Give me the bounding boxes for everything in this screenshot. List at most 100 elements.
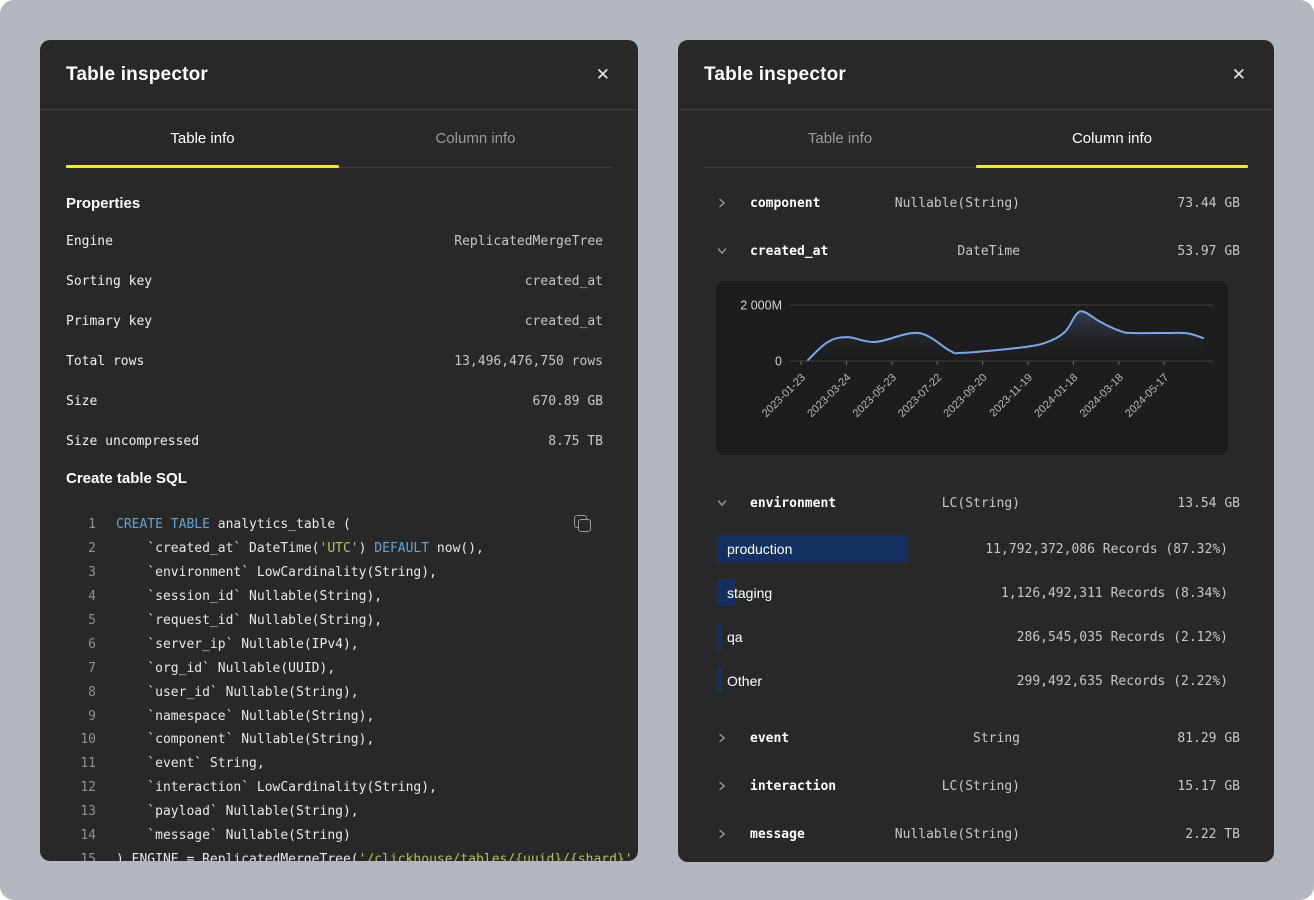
tab-table-info[interactable]: Table info xyxy=(66,110,339,168)
sql-code-text: `request_id` Nullable(String), xyxy=(116,613,382,628)
property-row-size-uncompressed: Size uncompressed 8.75 TB xyxy=(66,421,603,461)
environment-value-records: 1,126,492,311 Records (8.34%) xyxy=(1001,571,1228,615)
column-size: 73.44 GB xyxy=(1020,196,1240,211)
environment-value-row-production: production11,792,372,086 Records (87.32%… xyxy=(678,527,1274,571)
environment-value-label: staging xyxy=(727,571,772,615)
column-type: DateTime xyxy=(828,244,1020,259)
column-type: Nullable(String) xyxy=(820,196,1020,211)
create-table-sql-heading: Create table SQL xyxy=(66,470,603,487)
line-number: 5 xyxy=(66,613,96,628)
modal-header: Table inspector ✕ xyxy=(40,40,638,110)
sql-line-2: 2 `created_at` DateTime('UTC') DEFAULT n… xyxy=(66,537,603,561)
sql-code-text: `component` Nullable(String), xyxy=(116,732,374,747)
line-number: 3 xyxy=(66,565,96,580)
columns-scroll-area[interactable]: componentNullable(String)73.44 GBcreated… xyxy=(678,179,1274,858)
close-icon[interactable]: ✕ xyxy=(1228,62,1250,87)
column-row-message[interactable]: messageNullable(String)2.22 TB xyxy=(678,810,1274,858)
modal-title: Table inspector xyxy=(66,64,208,86)
sql-line-8: 8 `user_id` Nullable(String), xyxy=(66,680,603,704)
chevron-right-icon xyxy=(717,781,750,791)
area-fill xyxy=(808,311,1203,361)
sql-code-text: `namespace` Nullable(String), xyxy=(116,709,374,724)
table-info-scroll-area[interactable]: Properties Engine ReplicatedMergeTree Sort… xyxy=(40,195,638,861)
tab-column-info[interactable]: Column info xyxy=(976,110,1248,168)
column-row-environment[interactable]: environmentLC(String)13.54 GB xyxy=(678,479,1274,527)
column-size: 13.54 GB xyxy=(1020,496,1240,511)
y-axis-tick-label: 0 xyxy=(775,355,782,369)
line-number: 14 xyxy=(66,828,96,843)
property-label: Size xyxy=(66,394,97,409)
created-at-histogram-svg: 2 000M02023-01-232023-03-242023-05-23202… xyxy=(716,281,1228,455)
property-value: created_at xyxy=(525,314,603,329)
tab-bar: Table info Column info xyxy=(704,110,1248,168)
column-row-created_at[interactable]: created_atDateTime53.97 GB xyxy=(678,227,1274,275)
modal-header: Table inspector ✕ xyxy=(678,40,1274,110)
sql-line-3: 3 `environment` LowCardinality(String), xyxy=(66,561,603,585)
property-row-primary-key: Primary key created_at xyxy=(66,301,603,341)
x-axis-tick-label: 2023-01-23 xyxy=(760,372,808,420)
sql-code-text: `interaction` LowCardinality(String), xyxy=(116,780,437,795)
line-number: 4 xyxy=(66,589,96,604)
created-at-histogram-chart: 2 000M02023-01-232023-03-242023-05-23202… xyxy=(716,281,1228,455)
sql-line-11: 11 `event` String, xyxy=(66,752,603,776)
line-number: 8 xyxy=(66,685,96,700)
sql-line-12: 12 `interaction` LowCardinality(String), xyxy=(66,776,603,800)
property-label: Sorting key xyxy=(66,274,152,289)
column-row-component[interactable]: componentNullable(String)73.44 GB xyxy=(678,179,1274,227)
tab-column-info[interactable]: Column info xyxy=(339,110,612,168)
sql-line-5: 5 `request_id` Nullable(String), xyxy=(66,609,603,633)
sql-line-6: 6 `server_ip` Nullable(IPv4), xyxy=(66,632,603,656)
column-type: String xyxy=(789,731,1020,746)
copy-icon[interactable] xyxy=(571,513,595,537)
sql-code-text: `session_id` Nullable(String), xyxy=(116,589,382,604)
line-number: 9 xyxy=(66,709,96,724)
environment-bar-other xyxy=(717,667,722,694)
copy-icon-front-square xyxy=(578,519,591,532)
sql-lines: 1CREATE TABLE analytics_table (2 `create… xyxy=(66,513,603,861)
sql-line-15: 15) ENGINE = ReplicatedMergeTree('/click… xyxy=(66,847,603,861)
property-label: Primary key xyxy=(66,314,152,329)
column-row-event[interactable]: eventString81.29 GB xyxy=(678,714,1274,762)
sql-code-text: ) ENGINE = ReplicatedMergeTree('/clickho… xyxy=(116,852,633,861)
sql-line-7: 7 `org_id` Nullable(UUID), xyxy=(66,656,603,680)
column-size: 15.17 GB xyxy=(1020,779,1240,794)
sql-line-4: 4 `session_id` Nullable(String), xyxy=(66,585,603,609)
property-value: ReplicatedMergeTree xyxy=(454,234,603,249)
properties-list: Engine ReplicatedMergeTree Sorting key crea… xyxy=(66,221,603,461)
tab-label: Table info xyxy=(808,130,872,147)
property-row-total-rows: Total rows13,496,476,750 rows xyxy=(66,341,603,381)
chevron-down-icon xyxy=(717,246,750,256)
tab-label: Column info xyxy=(1072,130,1152,147)
sql-line-10: 10 `component` Nullable(String), xyxy=(66,728,603,752)
y-axis-tick-label: 2 000M xyxy=(740,299,782,313)
property-label: Engine xyxy=(66,234,113,249)
x-axis-tick-label: 2023-05-23 xyxy=(851,372,899,420)
sql-line-13: 13 `payload` Nullable(String), xyxy=(66,800,603,824)
environment-value-records: 286,545,035 Records (2.12%) xyxy=(1017,615,1228,659)
column-type: LC(String) xyxy=(836,779,1020,794)
column-name: component xyxy=(750,196,820,211)
sql-code-text: `user_id` Nullable(String), xyxy=(116,685,359,700)
modal-title: Table inspector xyxy=(704,64,846,86)
line-number: 12 xyxy=(66,780,96,795)
property-value: 8.75 TB xyxy=(548,434,603,449)
tab-table-info[interactable]: Table info xyxy=(704,110,976,168)
x-axis-tick-label: 2024-01-18 xyxy=(1032,372,1080,420)
sql-line-14: 14 `message` Nullable(String) xyxy=(66,824,603,848)
column-row-interaction[interactable]: interactionLC(String)15.17 GB xyxy=(678,762,1274,810)
chevron-right-icon xyxy=(717,829,750,839)
property-label: Total rows xyxy=(66,354,144,369)
table-inspector-modal-column-info: Table inspector ✕ Table infoColumn info … xyxy=(678,40,1274,862)
properties-heading: Properties xyxy=(66,195,603,212)
column-name: event xyxy=(750,731,789,746)
property-label: Size uncompressed xyxy=(66,434,199,449)
chevron-right-icon xyxy=(717,198,750,208)
line-number: 2 xyxy=(66,541,96,556)
environment-value-row-qa: qa 286,545,035 Records (2.12%) xyxy=(678,615,1274,659)
column-type: Nullable(String) xyxy=(805,827,1020,842)
sql-code-text: `payload` Nullable(String), xyxy=(116,804,359,819)
environment-value-label: qa xyxy=(727,615,743,659)
sql-code-text: CREATE TABLE analytics_table ( xyxy=(116,517,351,532)
close-icon[interactable]: ✕ xyxy=(592,62,614,87)
line-number: 7 xyxy=(66,661,96,676)
